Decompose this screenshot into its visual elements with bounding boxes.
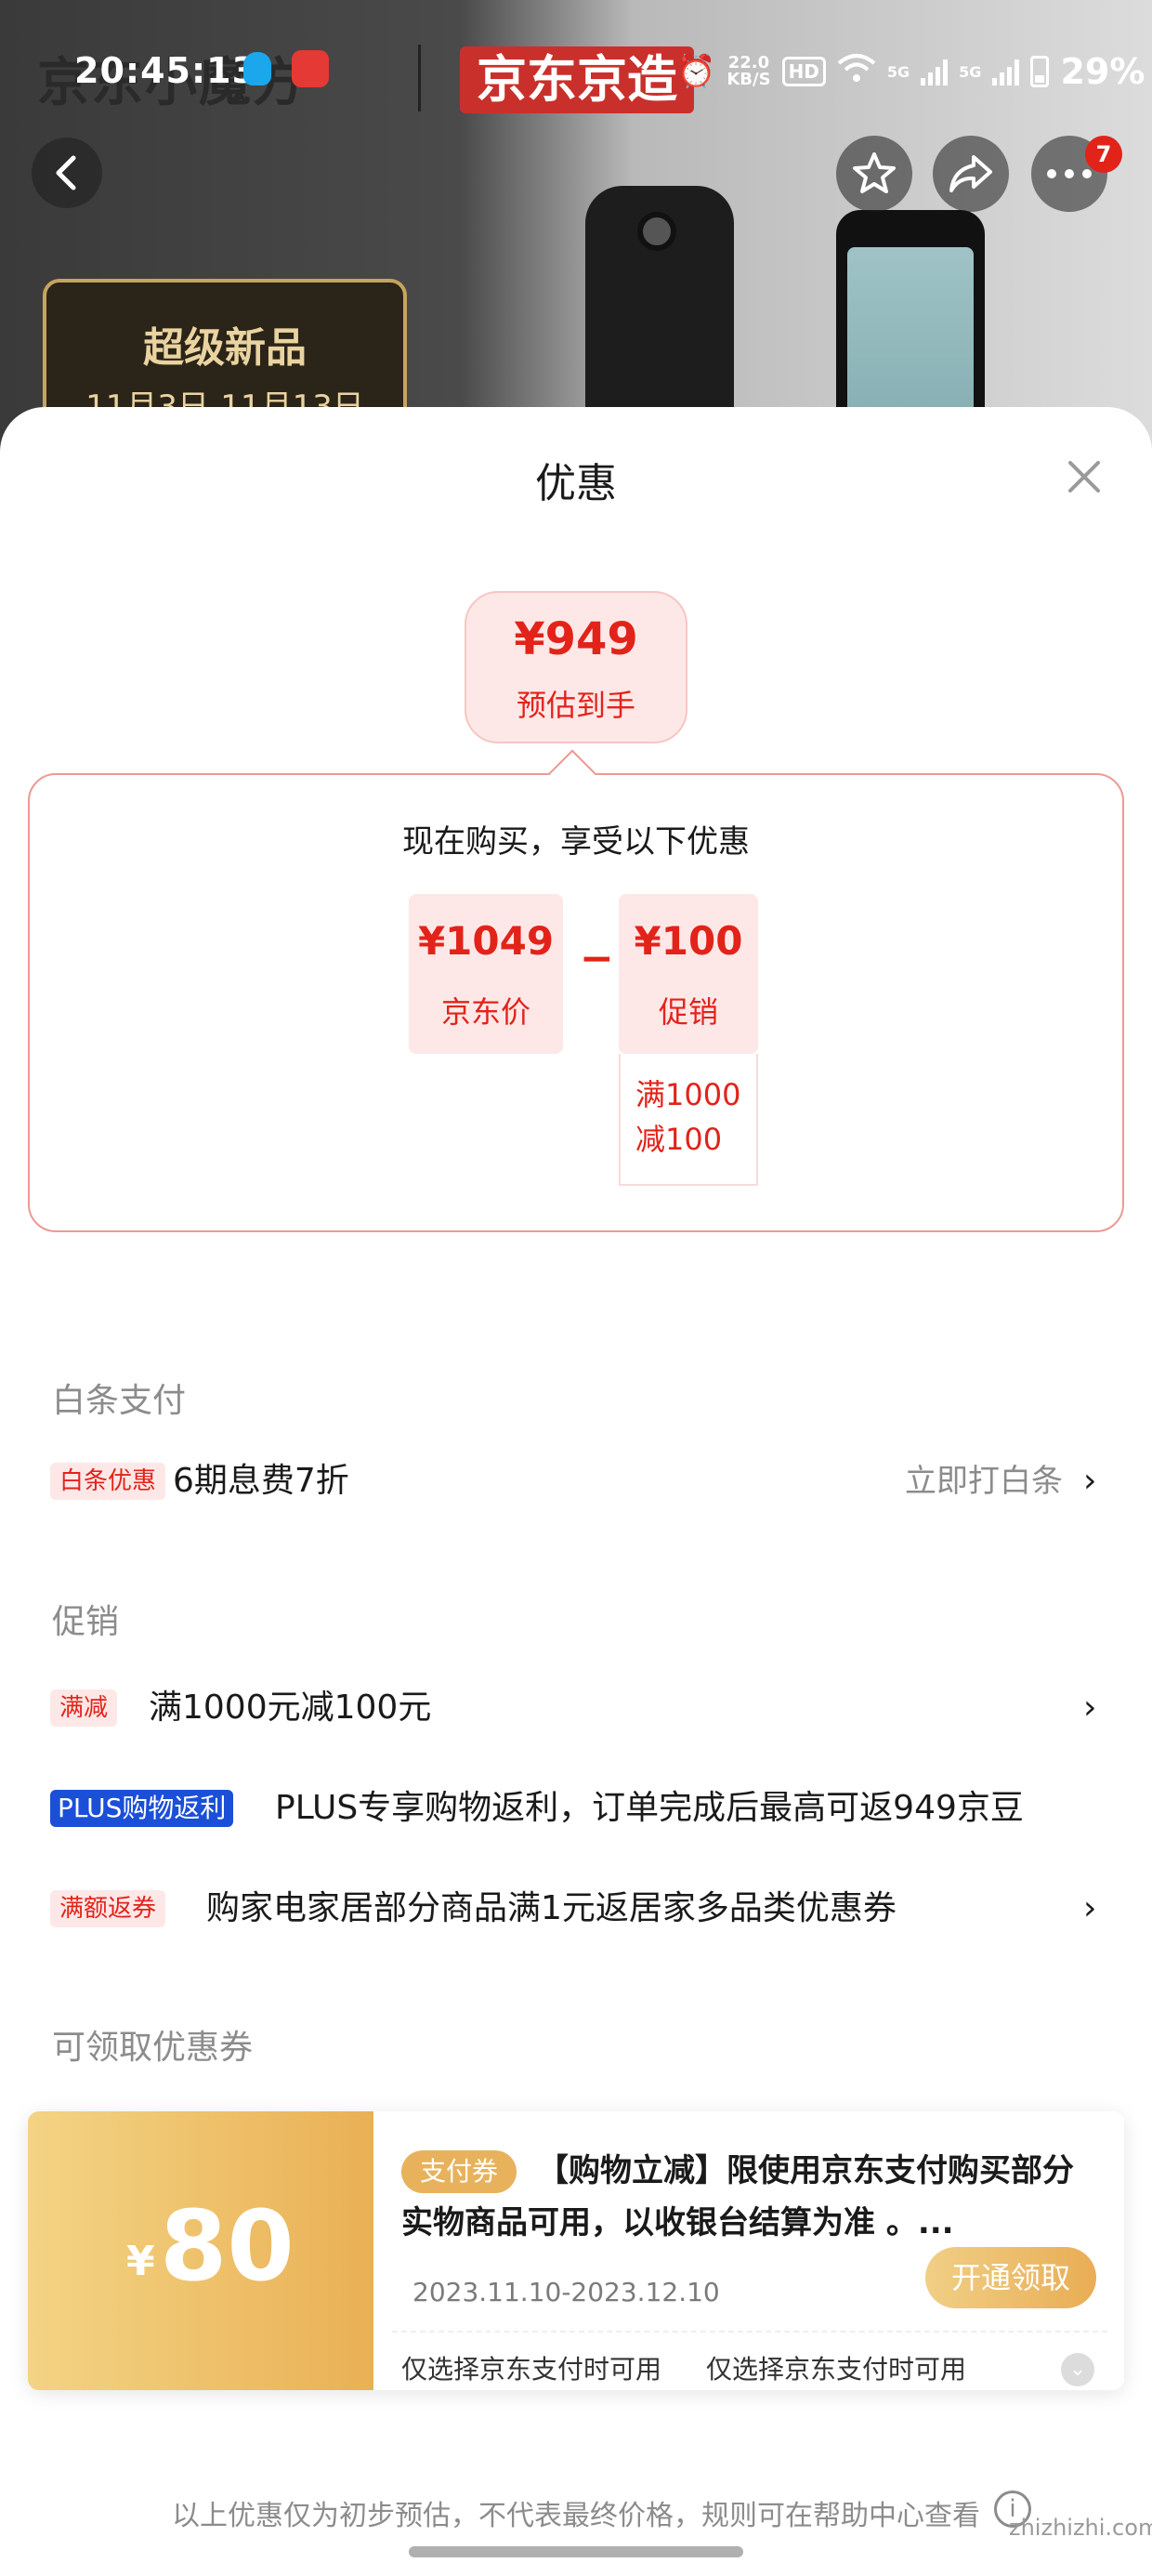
promo-rule-line1: 满1000	[635, 1077, 741, 1112]
promo-text: PLUS专享购物返利，订单完成后最高可返949京豆	[275, 1789, 1024, 1827]
promo-price-card: ¥100 促销	[619, 894, 758, 1054]
camera-lens	[637, 212, 676, 251]
battery-icon	[1030, 56, 1050, 87]
estimated-price: ¥949	[514, 613, 638, 665]
close-button[interactable]	[1061, 453, 1107, 500]
promo-banner-title: 超级新品	[143, 324, 307, 372]
baitiao-text: 6期息费7折	[173, 1462, 349, 1500]
back-button[interactable]	[32, 138, 102, 208]
more-badge: 7	[1085, 136, 1122, 173]
chevron-right-icon: ›	[1083, 1889, 1097, 1927]
jd-price-label: 京东价	[440, 994, 530, 1030]
promo-item-2[interactable]: PLUS购物返利 PLUS专享购物返利，订单完成后最高可返949京豆	[0, 1781, 1152, 1836]
chevron-right-icon: ›	[1083, 1462, 1097, 1500]
expand-chevron-icon[interactable]: ⌄	[1061, 2353, 1094, 2386]
promo-text: 满1000元减100元	[149, 1689, 432, 1727]
signal2-bars-icon	[992, 58, 1020, 85]
jd-price: ¥1049	[417, 918, 555, 964]
status-time: 20:45:13	[74, 50, 258, 91]
share-icon	[949, 155, 992, 192]
watermark: zhizhizhi.com	[1009, 2515, 1152, 2541]
coupons-section-title: 可领取优惠券	[52, 2029, 254, 2067]
jd-price-card: ¥1049 京东价	[409, 894, 563, 1054]
status-indicators: ⏰ 22.0 KB/S HD 5G 5G 29%	[676, 50, 1145, 93]
net-speed: 22.0 KB/S	[727, 55, 770, 88]
promo-tag: 满额返券	[50, 1890, 166, 1927]
home-indicator[interactable]	[409, 2546, 743, 2557]
hd-voice-icon: HD	[781, 57, 826, 86]
promo-amount: ¥100	[634, 918, 743, 964]
sheet-title: 优惠	[535, 460, 617, 507]
coupon-currency: ¥	[126, 2238, 155, 2285]
battery-percent: 29%	[1060, 51, 1145, 92]
promo-tag: 满减	[50, 1689, 118, 1727]
coupon-tag: 支付券	[401, 2150, 517, 2193]
coupon-condition: 仅选择京东支付时可用	[401, 2354, 662, 2385]
baitiao-row[interactable]: 白条优惠 6期息费7折 立即打白条 ›	[0, 1453, 1152, 1509]
breakdown-heading: 现在购买，享受以下优惠	[402, 823, 750, 861]
coupon-amount: 80	[160, 2189, 295, 2303]
promo-item-3[interactable]: 满额返券 购家电家居部分商品满1元返居家多品类优惠券 ›	[0, 1881, 1152, 1937]
coupon-condition: 仅选择京东支付时可用	[706, 2354, 967, 2385]
baitiao-section-title: 白条支付	[52, 1382, 187, 1420]
share-button[interactable]	[933, 136, 1009, 212]
coupon-date-range: 2023.11.10-2023.12.10	[412, 2277, 720, 2307]
promotions-section-title: 促销	[52, 1603, 120, 1641]
net-speed-unit: KB/S	[727, 70, 771, 89]
promo-rule: 满1000 减100	[619, 1054, 758, 1186]
signal1-bars-icon	[921, 58, 949, 85]
status-bar: 20:45:13 ⏰ 22.0 KB/S HD 5G 5G 29%	[0, 37, 1152, 102]
estimated-price-box: ¥949 预估到手	[465, 591, 687, 743]
estimated-price-label: 预估到手	[516, 688, 635, 723]
promo-label: 促销	[658, 994, 718, 1030]
star-icon	[853, 152, 896, 193]
baitiao-link[interactable]: 立即打白条	[905, 1453, 1063, 1509]
promo-tag: PLUS购物返利	[50, 1790, 234, 1827]
coupon-value-panel: ¥ 80	[28, 2111, 373, 2390]
promo-item-1[interactable]: 满减 满1000元减100元 ›	[0, 1680, 1152, 1736]
baitiao-tag: 白条优惠	[50, 1463, 166, 1500]
chevron-right-icon: ›	[1083, 1689, 1097, 1727]
app-notification-icon	[292, 50, 329, 87]
footer-note: 以上优惠仅为初步预估，不代表最终价格，规则可在帮助中心查看	[172, 2500, 980, 2532]
signal2-label: 5G	[959, 62, 982, 81]
more-dots-icon	[1047, 169, 1092, 178]
chevron-left-icon	[56, 155, 76, 191]
signal1-label: 5G	[886, 62, 910, 81]
claim-coupon-button[interactable]: 开通领取	[925, 2247, 1096, 2308]
wifi-icon	[837, 52, 876, 92]
qq-notification-icon	[243, 52, 271, 85]
favorite-button[interactable]	[836, 136, 912, 212]
coupon-divider	[392, 2331, 1107, 2333]
promo-text: 购家电家居部分商品满1元返居家多品类优惠券	[206, 1889, 897, 1927]
close-icon	[1068, 461, 1100, 493]
promo-rule-line2: 减100	[635, 1122, 723, 1157]
minus-operator: −	[580, 935, 614, 982]
alarm-icon: ⏰	[676, 53, 716, 90]
coupon-card: ¥ 80 【购物立减】限使用京东支付购买部分实物商品可用，以收银台结算为准 。.…	[28, 2111, 1124, 2390]
